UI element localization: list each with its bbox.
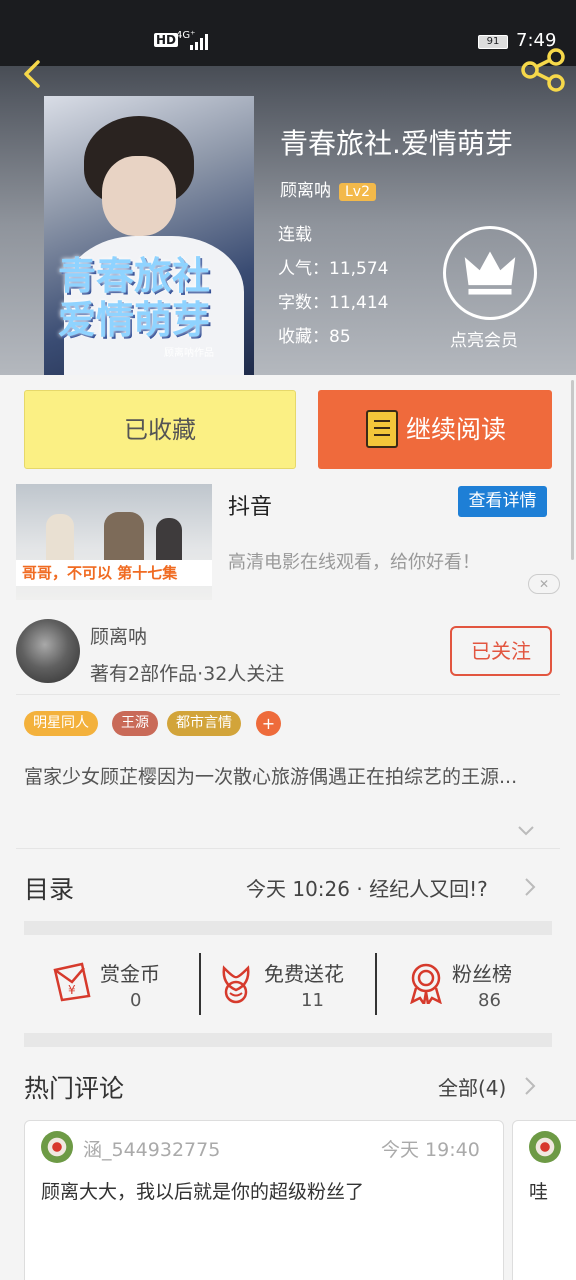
section-separator <box>24 1033 552 1047</box>
red-envelope-icon[interactable]: ¥ <box>52 960 92 1002</box>
catalog-latest-chapter[interactable]: 今天 10:26 · 经纪人又回!? <box>246 873 488 902</box>
vip-label[interactable]: 点亮会员 <box>450 326 518 351</box>
battery-icon: 91 <box>478 35 508 49</box>
tag-urban-romance[interactable]: 都市言情 <box>167 711 241 736</box>
book-word-count: 字数：11,414 <box>278 293 389 313</box>
comment-card[interactable]: 涵_544932775 今天 19:40 顾离大大，我以后就是你的超级粉丝了 <box>24 1120 504 1280</box>
svg-text:¥: ¥ <box>68 983 76 997</box>
fan-ranking-label[interactable]: 粉丝榜 <box>452 958 512 987</box>
medal-icon[interactable] <box>406 962 446 1004</box>
scrollbar[interactable] <box>571 380 574 560</box>
crown-icon[interactable] <box>443 226 537 320</box>
ad-title[interactable]: 抖音 <box>228 489 272 521</box>
book-title: 青春旅社.爱情萌芽 <box>280 127 513 160</box>
stat-divider <box>199 953 201 1015</box>
hd-indicator: HD <box>154 33 179 47</box>
book-author[interactable]: 顾离呐 Lv2 <box>280 176 376 201</box>
ad-close-button[interactable]: ✕ <box>528 574 560 594</box>
book-status: 连载 <box>278 225 312 245</box>
continue-reading-label: 继续阅读 <box>406 415 507 444</box>
signal-icon <box>190 34 210 50</box>
favorited-button[interactable]: 已收藏 <box>24 390 296 469</box>
comment-text: 哇 <box>529 1181 549 1203</box>
book-header: HD 4G⁺ 91 7:49 青春旅社 爱情萌芽 顾离呐作品 青春旅社.爱情萌芽… <box>0 0 576 375</box>
ad-image-caption: 哥哥，不可以 第十七集 <box>16 560 212 586</box>
cover-title: 青春旅社 爱情萌芽 <box>58 253 211 342</box>
back-arrow-icon[interactable] <box>18 58 48 88</box>
free-flowers-label[interactable]: 免费送花 <box>264 958 344 987</box>
stat-divider <box>375 953 377 1015</box>
reward-coins-value: 0 <box>130 990 142 1011</box>
book-author-name: 顾离呐 <box>280 181 331 201</box>
book-cover[interactable]: 青春旅社 爱情萌芽 顾离呐作品 <box>44 96 254 375</box>
status-bar: HD 4G⁺ 91 7:49 <box>0 0 576 66</box>
level-badge: Lv2 <box>339 183 376 201</box>
commenter-name[interactable]: 涵_544932775 <box>83 1135 220 1162</box>
comment-card[interactable]: 哇 <box>512 1120 576 1280</box>
tag-star-fanfic[interactable]: 明星同人 <box>24 711 98 736</box>
fan-ranking-value: 86 <box>478 990 501 1011</box>
synopsis[interactable]: 富家少女顾芷樱因为一次散心旅游偶遇正在拍综艺的王源... <box>24 762 554 792</box>
cover-author: 顾离呐作品 <box>164 348 214 359</box>
section-separator <box>24 921 552 935</box>
author-stats: 著有2部作品·32人关注 <box>90 663 285 685</box>
tag-wang-yuan[interactable]: 王源 <box>112 711 158 736</box>
chevron-right-icon[interactable] <box>524 877 536 897</box>
comment-text: 顾离大大，我以后就是你的超级粉丝了 <box>41 1181 365 1203</box>
chevron-down-icon[interactable] <box>518 826 534 836</box>
all-comments-link[interactable]: 全部(4) <box>438 1072 506 1101</box>
book-popularity: 人气：11,574 <box>278 259 389 279</box>
free-flowers-value: 11 <box>301 990 324 1011</box>
author-avatar[interactable] <box>16 619 80 683</box>
ad-detail-button[interactable]: 查看详情 <box>458 486 547 517</box>
commenter-avatar[interactable] <box>529 1131 561 1163</box>
reward-coins-label[interactable]: 赏金币 <box>100 958 160 987</box>
hot-comments-label: 热门评论 <box>24 1074 125 1103</box>
ad-description[interactable]: 高清电影在线观看，给你好看！ <box>228 548 480 574</box>
book-icon <box>366 410 398 448</box>
share-icon[interactable] <box>520 48 568 92</box>
flower-icon[interactable] <box>216 962 256 1004</box>
chevron-right-icon[interactable] <box>524 1076 536 1096</box>
comment-time: 今天 19:40 <box>381 1139 480 1161</box>
author-name[interactable]: 顾离呐 <box>90 622 147 649</box>
catalog-label[interactable]: 目录 <box>24 870 74 906</box>
divider <box>16 694 560 695</box>
book-favorites: 收藏：85 <box>278 327 351 347</box>
continue-reading-button[interactable]: 继续阅读 <box>318 390 552 469</box>
follow-button[interactable]: 已关注 <box>450 626 552 676</box>
divider <box>16 848 560 849</box>
add-tag-button[interactable]: + <box>256 711 281 736</box>
commenter-avatar[interactable] <box>41 1131 73 1163</box>
ad-image[interactable]: 哥哥，不可以 第十七集 <box>16 484 212 600</box>
